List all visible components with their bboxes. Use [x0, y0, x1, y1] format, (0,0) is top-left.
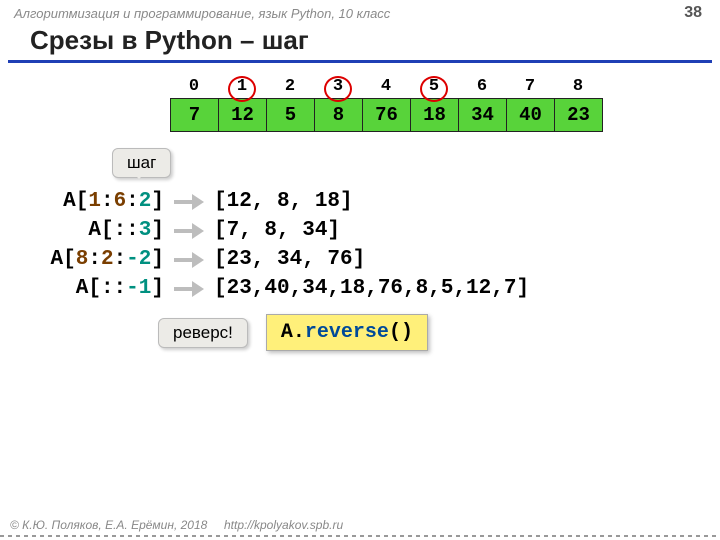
- reverse-row: реверс! A.reverse(): [158, 314, 720, 351]
- example-line: A[1:6:2] [12, 8, 18]: [34, 190, 720, 213]
- arrow-icon: [174, 281, 204, 297]
- lecture-header: Алгоритмизация и программирование, язык …: [0, 0, 720, 23]
- arrow-icon: [174, 252, 204, 268]
- index: 8: [554, 77, 602, 96]
- arrow-icon: [174, 223, 204, 239]
- slice-expr: A[1:6:2]: [34, 190, 164, 213]
- page-number: 38: [684, 4, 702, 22]
- slice-result: [7, 8, 34]: [214, 219, 340, 242]
- array-cell: 18: [410, 98, 458, 132]
- footer-authors: © К.Ю. Поляков, Е.А. Ерёмин, 2018: [10, 518, 207, 532]
- slice-examples: A[1:6:2] [12, 8, 18] A[::3] [7, 8, 34] A…: [34, 190, 720, 300]
- index: 5: [410, 77, 458, 96]
- slice-expr: A[::-1]: [34, 277, 164, 300]
- array-cell: 76: [362, 98, 410, 132]
- footer: © К.Ю. Поляков, Е.А. Ерёмин, 2018 http:/…: [10, 518, 343, 532]
- array-cell: 5: [266, 98, 314, 132]
- array-cell: 34: [458, 98, 506, 132]
- footer-rule: [0, 535, 720, 537]
- index: 1: [218, 77, 266, 96]
- example-line: A[::-1] [23,40,34,18,76,8,5,12,7]: [34, 277, 720, 300]
- index: 2: [266, 77, 314, 96]
- example-line: A[::3] [7, 8, 34]: [34, 219, 720, 242]
- array-row: 7 12 5 8 76 18 34 40 23: [170, 98, 720, 132]
- circle-icon: [324, 76, 352, 102]
- arrow-icon: [174, 194, 204, 210]
- array-cell: 40: [506, 98, 554, 132]
- slice-result: [23, 34, 76]: [214, 248, 365, 271]
- index: 4: [362, 77, 410, 96]
- array-cell: 8: [314, 98, 362, 132]
- array-cell: 23: [554, 98, 603, 132]
- index: 0: [170, 77, 218, 96]
- code-reverse: A.reverse(): [266, 314, 428, 351]
- index: 7: [506, 77, 554, 96]
- array-cell: 12: [218, 98, 266, 132]
- circle-icon: [420, 76, 448, 102]
- slice-expr: A[8:2:-2]: [34, 248, 164, 271]
- index: 3: [314, 77, 362, 96]
- slice-result: [23,40,34,18,76,8,5,12,7]: [214, 277, 529, 300]
- slice-result: [12, 8, 18]: [214, 190, 353, 213]
- slice-expr: A[::3]: [34, 219, 164, 242]
- circle-icon: [228, 76, 256, 102]
- slide-title: Срезы в Python – шаг: [0, 23, 720, 60]
- bubble-reverse: реверс!: [158, 318, 248, 348]
- index-row: 0 1 2 3 4 5 6 7 8: [170, 77, 720, 96]
- title-rule: [8, 60, 712, 63]
- bubble-step: шаг: [112, 148, 171, 178]
- index: 6: [458, 77, 506, 96]
- example-line: A[8:2:-2] [23, 34, 76]: [34, 248, 720, 271]
- array-cell: 7: [170, 98, 218, 132]
- footer-url: http://kpolyakov.spb.ru: [224, 518, 343, 532]
